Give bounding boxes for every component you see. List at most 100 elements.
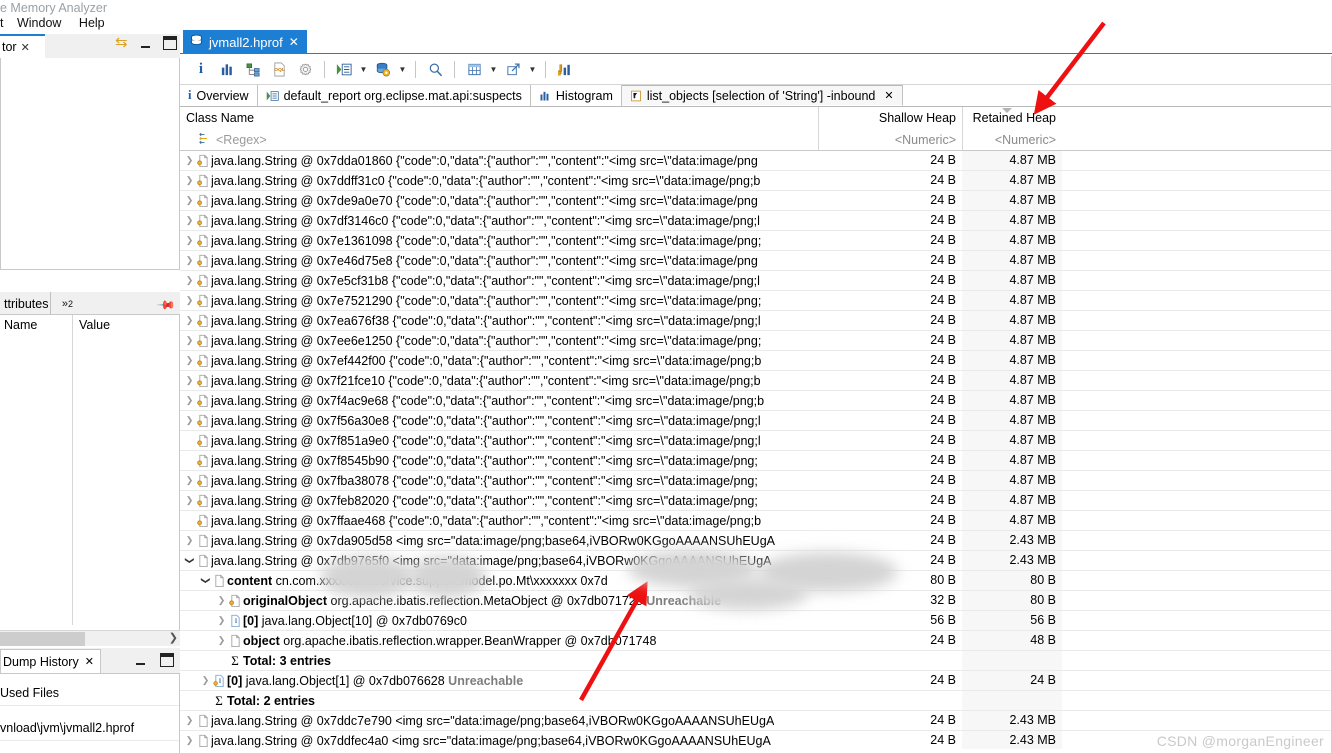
table-row[interactable]: ❯ java.lang.String @ 0x7ddc7e790 <img src… (180, 711, 1332, 731)
close-icon[interactable]: ✕ (884, 89, 893, 102)
overview-info-icon[interactable]: i (188, 57, 214, 81)
cell-class-name[interactable]: Σ Total: 2 entries (180, 691, 818, 710)
close-icon[interactable]: ✕ (289, 35, 299, 49)
export-icon[interactable] (500, 57, 526, 81)
export-dropdown-icon[interactable]: ▼ (526, 57, 539, 81)
cell-class-name[interactable]: Σ Total: 3 entries (180, 651, 818, 670)
attributes-horizontal-scrollbar[interactable]: ❯ (0, 630, 180, 646)
cell-class-name[interactable]: ❯ java.lang.String @ 0x7ea676f38 {"code":… (180, 311, 818, 330)
menu-item-0[interactable]: t (0, 16, 3, 30)
cell-class-name[interactable]: ❯ java.lang.String @ 0x7da905d58 <img src… (180, 531, 818, 550)
table-row[interactable]: ❯ java.lang.String @ 0x7fba38078 {"code":… (180, 471, 1332, 491)
expand-toggle-icon[interactable]: ❯ (184, 315, 195, 326)
tab-list-objects[interactable]: list_objects [selection of 'String'] -in… (621, 85, 903, 106)
cell-class-name[interactable]: ❯ [] [0] java.lang.Object[1] @ 0x7db076628… (180, 671, 818, 690)
expand-toggle-icon[interactable]: ❯ (184, 155, 195, 166)
cell-class-name[interactable]: ❯ java.lang.String @ 0x7feb82020 {"code":… (180, 491, 818, 510)
tab-dump-history[interactable]: Dump History ✕ (0, 649, 101, 673)
column-header-name[interactable]: Name (0, 318, 72, 332)
run-expert-dropdown-icon[interactable]: ▼ (357, 57, 370, 81)
tab-overview[interactable]: i Overview (180, 85, 258, 106)
column-header-class-name[interactable]: Class Name (180, 107, 818, 151)
expand-toggle-icon[interactable]: ❯ (184, 235, 195, 246)
cell-class-name[interactable]: ❯ java.lang.String @ 0x7ee6e1250 {"code":… (180, 331, 818, 350)
scrollbar-thumb[interactable] (0, 632, 85, 646)
cell-class-name[interactable]: ❯ java.lang.String @ 0x7e46d75e8 {"code":… (180, 251, 818, 270)
cell-class-name[interactable]: ❯ java.lang.String @ 0x7e7521290 {"code":… (180, 291, 818, 310)
table-row[interactable]: Σ Total: 2 entries (180, 691, 1332, 711)
expand-toggle-icon[interactable]: ❯ (184, 555, 195, 566)
column-header-retained-heap[interactable]: Retained Heap <Numeric> (962, 107, 1062, 151)
cell-class-name[interactable]: ❯ java.lang.String @ 0x7f56a30e8 {"code":… (180, 411, 818, 430)
table-row[interactable]: ❯ java.lang.String @ 0x7e5cf31b8 {"code":… (180, 271, 1332, 291)
table-row[interactable]: ❯ object org.apache.ibatis.reflection.wra… (180, 631, 1332, 651)
table-row[interactable]: ❯ java.lang.String @ 0x7ea676f38 {"code":… (180, 311, 1332, 331)
cell-class-name[interactable]: ❯ [] [0] java.lang.Object[10] @ 0x7db0769c… (180, 611, 818, 630)
run-expert-system-icon[interactable] (331, 57, 357, 81)
tab-overflow-button[interactable]: » 2 (50, 292, 84, 315)
table-row[interactable]: ❯ java.lang.String @ 0x7dda01860 {"code":… (180, 151, 1332, 171)
cell-class-name[interactable]: ❯ java.lang.String @ 0x7ddc7e790 <img src… (180, 711, 818, 730)
histogram-icon[interactable] (214, 57, 240, 81)
expand-toggle-icon[interactable]: ❯ (184, 395, 195, 406)
table-row[interactable]: ❯ java.lang.String @ 0x7e46d75e8 {"code":… (180, 251, 1332, 271)
cell-class-name[interactable]: ❯ java.lang.String @ 0x7dda01860 {"code":… (180, 151, 818, 170)
pin-icon[interactable]: 📌 (156, 295, 176, 315)
cell-class-name[interactable]: ❯ java.lang.String @ 0x7e5cf31b8 {"code":… (180, 271, 818, 290)
expand-toggle-icon[interactable]: ❯ (184, 175, 195, 186)
find-search-icon[interactable] (422, 57, 448, 81)
cell-class-name[interactable]: ❯ object org.apache.ibatis.reflection.wra… (180, 631, 818, 650)
cell-class-name[interactable]: ❯ java.lang.String @ 0x7ddff31c0 {"code":… (180, 171, 818, 190)
expand-toggle-icon[interactable]: ❯ (184, 375, 195, 386)
close-icon[interactable]: ✕ (21, 41, 30, 54)
table-row[interactable]: java.lang.String @ 0x7f851a9e0 {"code":0… (180, 431, 1332, 451)
table-row[interactable]: ❯ java.lang.String @ 0x7ddff31c0 {"code":… (180, 171, 1332, 191)
filter-row-class-name[interactable]: <Regex> (180, 129, 267, 151)
result-table-body[interactable]: ❯ java.lang.String @ 0x7dda01860 {"code":… (180, 151, 1332, 749)
table-row[interactable]: java.lang.String @ 0x7ffaae468 {"code":0… (180, 511, 1332, 531)
table-row[interactable]: ❯ java.lang.String @ 0x7f56a30e8 {"code":… (180, 411, 1332, 431)
tab-default-report[interactable]: default_report org.eclipse.mat.api:suspe… (258, 85, 531, 106)
expand-toggle-icon[interactable]: ❯ (184, 295, 195, 306)
cell-class-name[interactable]: ❯ java.lang.String @ 0x7ef442f00 {"code":… (180, 351, 818, 370)
query-browser-dropdown-icon[interactable]: ▼ (396, 57, 409, 81)
compare-chart-icon[interactable] (552, 57, 578, 81)
minimize-icon[interactable] (134, 653, 148, 667)
column-header-value[interactable]: Value (72, 315, 179, 335)
expand-toggle-icon[interactable]: ❯ (184, 535, 195, 546)
cell-class-name[interactable]: java.lang.String @ 0x7ffaae468 {"code":0… (180, 511, 818, 530)
expand-toggle-icon[interactable]: ❯ (184, 475, 195, 486)
expand-toggle-icon[interactable]: ❯ (216, 595, 227, 606)
table-row[interactable]: ❯ java.lang.String @ 0x7ef442f00 {"code":… (180, 351, 1332, 371)
cell-class-name[interactable]: ❯ java.lang.String @ 0x7e1361098 {"code":… (180, 231, 818, 250)
oql-icon[interactable]: OQL (266, 57, 292, 81)
expand-toggle-icon[interactable]: ❯ (184, 715, 195, 726)
cell-class-name[interactable]: java.lang.String @ 0x7f851a9e0 {"code":0… (180, 431, 818, 450)
maximize-icon[interactable] (160, 653, 174, 667)
expand-toggle-icon[interactable]: ❯ (216, 615, 227, 626)
table-row[interactable]: ❯ java.lang.String @ 0x7feb82020 {"code":… (180, 491, 1332, 511)
menu-item-help[interactable]: Help (79, 16, 105, 30)
cell-class-name[interactable]: ❯ java.lang.String @ 0x7ddfec4a0 <img src… (180, 731, 818, 749)
cell-class-name[interactable]: ❯ java.lang.String @ 0x7f21fce10 {"code":… (180, 371, 818, 390)
expand-toggle-icon[interactable]: ❯ (200, 575, 211, 586)
cell-class-name[interactable]: java.lang.String @ 0x7f8545b90 {"code":0… (180, 451, 818, 470)
expand-toggle-icon[interactable]: ❯ (184, 195, 195, 206)
table-row[interactable]: ❯ java.lang.String @ 0x7da905d58 <img src… (180, 531, 1332, 551)
table-row[interactable]: ❯ java.lang.String @ 0x7ee6e1250 {"code":… (180, 331, 1332, 351)
expand-toggle-icon[interactable]: ❯ (200, 675, 211, 686)
tab-jvmall2-hprof[interactable]: jvmall2.hprof ✕ (183, 30, 307, 54)
dump-history-file-path[interactable]: vnload\jvm\jvmall2.hprof (0, 721, 179, 741)
expand-toggle-icon[interactable]: ❯ (184, 355, 195, 366)
calculator-grid-icon[interactable] (461, 57, 487, 81)
cell-class-name[interactable]: ❯ java.lang.String @ 0x7df3146c0 {"code":… (180, 211, 818, 230)
query-browser-icon[interactable] (370, 57, 396, 81)
filter-shallow-numeric[interactable]: <Numeric> (819, 129, 956, 151)
table-row[interactable]: ❯ java.lang.String @ 0x7f4ac9e68 {"code":… (180, 391, 1332, 411)
menu-item-window[interactable]: Window (17, 16, 61, 30)
settings-gear-icon[interactable] (292, 57, 318, 81)
table-row[interactable]: ❯ [] [0] java.lang.Object[10] @ 0x7db0769c… (180, 611, 1332, 631)
cell-class-name[interactable]: ❯ java.lang.String @ 0x7f4ac9e68 {"code":… (180, 391, 818, 410)
maximize-icon[interactable] (163, 36, 177, 50)
table-row[interactable]: Σ Total: 3 entries (180, 651, 1332, 671)
